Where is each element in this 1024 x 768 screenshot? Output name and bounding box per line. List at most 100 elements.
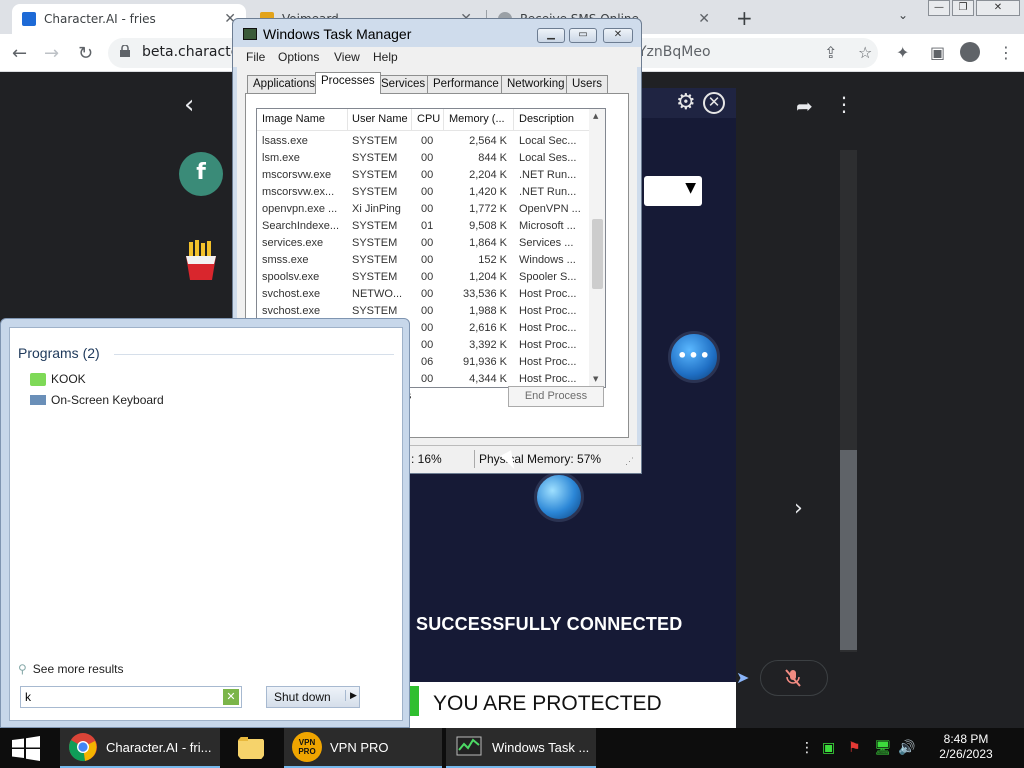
clear-search-icon[interactable]: ✕ <box>223 689 239 705</box>
taskbar-vpn-pro[interactable]: VPN PRO VPN PRO <box>284 728 442 768</box>
mic-muted-button[interactable] <box>760 660 828 696</box>
tab-services[interactable]: Services <box>375 75 432 93</box>
bookmark-star-icon[interactable]: ☆ <box>858 43 872 62</box>
taskbar-chrome[interactable]: Character.AI - fri... <box>60 728 220 768</box>
tab-performance[interactable]: Performance <box>427 75 505 93</box>
browser-tab-characterai[interactable]: Character.AI - fries ✕ <box>12 4 246 34</box>
process-cpu: 00 <box>421 373 434 385</box>
process-list-scrollbar[interactable]: ▲ ▼ <box>589 109 605 387</box>
tab-networking[interactable]: Networking <box>501 75 571 93</box>
globe-connect-button[interactable] <box>534 472 584 522</box>
col-user-name[interactable]: User Name <box>352 113 408 125</box>
column-divider <box>411 109 412 131</box>
process-user-name: SYSTEM <box>352 271 398 283</box>
share-icon[interactable]: ⇪ <box>824 43 837 62</box>
start-search-box[interactable]: ✕ <box>20 686 242 708</box>
chevron-right-icon[interactable]: › <box>794 496 803 521</box>
tab-processes[interactable]: Processes <box>315 72 381 94</box>
scroll-up-arrow-icon[interactable]: ▲ <box>593 112 598 120</box>
resize-grip-icon[interactable]: ⋰ <box>625 456 634 467</box>
minimize-button[interactable]: ▁ <box>537 28 565 43</box>
process-row[interactable]: lsass.exe SYSTEM 00 2,564 K Local Sec... <box>257 134 589 151</box>
process-row[interactable]: services.exe SYSTEM 00 1,864 K Services ... <box>257 236 589 253</box>
chrome-menu-kebab-icon[interactable]: ⋮ <box>998 43 1014 62</box>
taskbar-file-explorer[interactable] <box>222 728 282 768</box>
vpn-close-button[interactable]: ✕ <box>703 92 725 114</box>
shutdown-options-arrow-icon[interactable]: ▶ <box>345 690 359 701</box>
scrollbar-thumb[interactable] <box>840 450 857 650</box>
menu-file[interactable]: File <box>246 50 265 64</box>
col-memory[interactable]: Memory (... <box>449 113 505 125</box>
restore-button[interactable]: ❐ <box>952 0 974 16</box>
system-clock[interactable]: 8:48 PM 2/26/2023 <box>930 732 1002 762</box>
chevron-left-icon[interactable]: ‹ <box>184 90 194 120</box>
process-cpu: 00 <box>421 152 434 164</box>
process-memory: 152 K <box>478 254 507 266</box>
process-row[interactable]: mscorsvw.exe SYSTEM 00 2,204 K .NET Run... <box>257 168 589 185</box>
chat-bubble-button[interactable]: ••• <box>668 331 720 383</box>
process-user-name: SYSTEM <box>352 169 398 181</box>
process-image-name: services.exe <box>262 237 324 249</box>
scrollbar-thumb[interactable] <box>592 219 603 289</box>
process-memory: 9,508 K <box>469 220 507 232</box>
process-row[interactable]: svchost.exe NETWO... 00 33,536 K Host Proc..… <box>257 287 589 304</box>
see-more-results-link[interactable]: ⚲ See more results <box>18 662 124 676</box>
process-cpu: 01 <box>421 220 434 232</box>
tray-app-icon[interactable]: ▣ <box>822 740 835 756</box>
end-process-button[interactable]: End Process <box>508 386 604 407</box>
chrome-icon <box>69 733 97 762</box>
server-dropdown[interactable]: ▼ <box>644 176 702 206</box>
program-on-screen-keyboard[interactable]: On-Screen Keyboard <box>30 391 164 409</box>
back-arrow-icon[interactable]: ← <box>12 43 27 64</box>
scroll-down-arrow-icon[interactable]: ▼ <box>593 375 598 383</box>
start-search-input[interactable] <box>25 689 215 705</box>
process-image-name: spoolsv.exe <box>262 271 320 283</box>
action-center-flag-icon[interactable]: ⚑ <box>848 740 861 756</box>
taskbar-label: Windows Task ... <box>492 739 590 755</box>
minimize-button[interactable]: — <box>928 0 950 16</box>
new-tab-plus-icon[interactable]: + <box>736 6 753 30</box>
menu-view[interactable]: View <box>334 50 360 64</box>
tab-search-chevron-icon[interactable]: ⌄ <box>898 8 908 22</box>
search-results-pane: Programs (2) KOOK On-Screen Keyboard ⚲ Se… <box>9 327 403 721</box>
share-arrow-icon[interactable]: ➦ <box>796 94 813 118</box>
send-icon[interactable]: ➤ <box>736 668 749 687</box>
character-avatar[interactable]: f <box>179 152 223 196</box>
windows-start-icon[interactable] <box>0 728 52 768</box>
process-row[interactable]: lsm.exe SYSTEM 00 844 K Local Ses... <box>257 151 589 168</box>
tab-applications[interactable]: Applications <box>247 75 322 93</box>
col-description[interactable]: Description <box>519 113 574 125</box>
process-row[interactable]: spoolsv.exe SYSTEM 00 1,204 K Spooler S... <box>257 270 589 287</box>
col-cpu[interactable]: CPU <box>417 113 440 125</box>
network-icon[interactable]: 🖥 <box>874 740 892 756</box>
tray-overflow-icon[interactable]: ⋮ <box>800 740 814 756</box>
close-tab-icon[interactable]: ✕ <box>698 11 710 27</box>
tab-users[interactable]: Users <box>566 75 609 93</box>
process-cpu: 00 <box>421 271 434 283</box>
forward-arrow-icon[interactable]: → <box>44 43 59 64</box>
volume-icon[interactable]: 🔊 <box>898 740 915 756</box>
reload-icon[interactable]: ↻ <box>78 43 93 64</box>
process-row[interactable]: mscorsvw.ex... SYSTEM 00 1,420 K .NET Run... <box>257 185 589 202</box>
profile-avatar-icon[interactable] <box>960 42 980 62</box>
maximize-button[interactable]: ▭ <box>569 28 597 43</box>
close-button[interactable]: ✕ <box>603 28 633 43</box>
process-cpu: 00 <box>421 169 434 181</box>
close-window-button[interactable]: ✕ <box>976 0 1020 16</box>
status-divider <box>474 450 475 468</box>
taskbar-task-manager[interactable]: Windows Task ... <box>446 728 596 768</box>
menu-help[interactable]: Help <box>373 50 398 64</box>
shutdown-button[interactable]: Shut down ▶ <box>266 686 360 708</box>
process-description: Local Ses... <box>519 152 577 164</box>
process-row[interactable]: openvpn.exe ... Xi JinPing 00 1,772 K OpenVP… <box>257 202 589 219</box>
process-row[interactable]: smss.exe SYSTEM 00 152 K Windows ... <box>257 253 589 270</box>
extensions-puzzle-icon[interactable]: ✦ <box>896 43 909 62</box>
process-cpu: 00 <box>421 305 434 317</box>
program-kook[interactable]: KOOK <box>30 370 86 388</box>
menu-options[interactable]: Options <box>278 50 319 64</box>
more-options-icon[interactable]: ⋮ <box>834 92 854 116</box>
process-row[interactable]: SearchIndexe... SYSTEM 01 9,508 K Microsoft … <box>257 219 589 236</box>
col-image-name[interactable]: Image Name <box>262 113 325 125</box>
side-panel-icon[interactable]: ▣ <box>930 43 945 62</box>
settings-gear-icon[interactable]: ⚙ <box>676 90 696 115</box>
